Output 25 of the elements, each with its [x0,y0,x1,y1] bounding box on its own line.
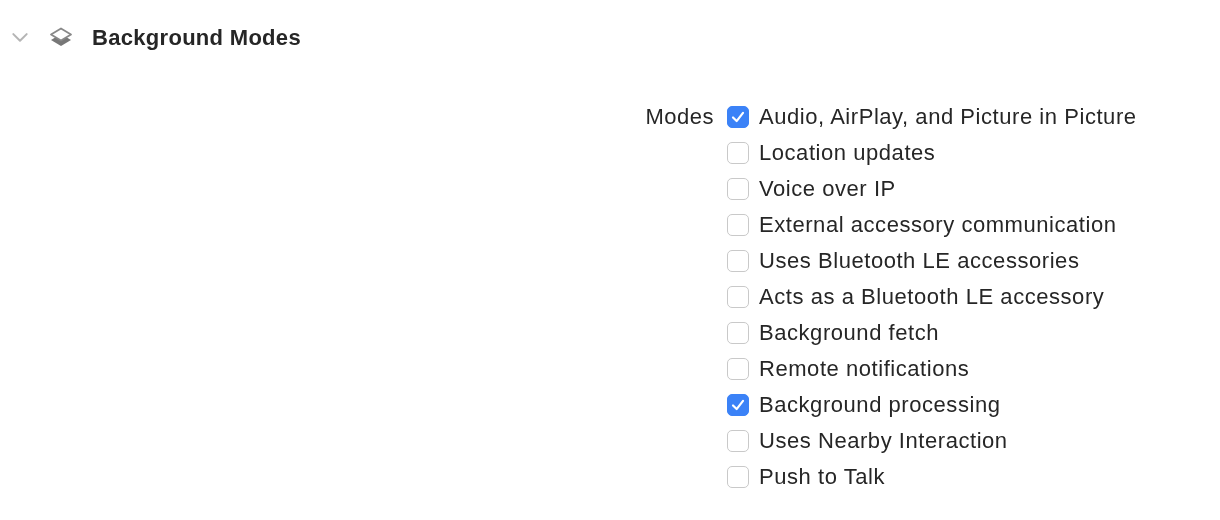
checkbox[interactable] [727,358,749,380]
checkbox-label[interactable]: Uses Bluetooth LE accessories [759,248,1080,274]
checkbox-label[interactable]: Background fetch [759,320,940,346]
checkbox-label[interactable]: Voice over IP [759,176,896,202]
checkbox[interactable] [727,106,749,128]
checkbox[interactable] [727,214,749,236]
checkbox-label[interactable]: Location updates [759,140,936,166]
checkbox[interactable] [727,250,749,272]
checkbox[interactable] [727,322,749,344]
checkbox-label[interactable]: Remote notifications [759,356,970,382]
checkbox-label[interactable]: Push to Talk [759,464,886,490]
field-label: Modes [645,103,714,131]
checkbox-label[interactable]: External accessory communication [759,212,1117,238]
checkbox-label[interactable]: Audio, AirPlay, and Picture in Picture [759,104,1137,130]
checkbox[interactable] [727,430,749,452]
checkbox-label[interactable]: Background processing [759,392,1001,418]
checkbox-label[interactable]: Uses Nearby Interaction [759,428,1008,454]
chevron-icon[interactable] [12,33,28,43]
checkbox[interactable] [727,142,749,164]
checkbox[interactable] [727,178,749,200]
checkbox-label[interactable]: Acts as a Bluetooth LE accessory [759,284,1105,310]
checkbox[interactable] [727,286,749,308]
checkbox[interactable] [727,466,749,488]
checkbox[interactable] [727,394,749,416]
section-title: Background Modes [92,25,301,51]
